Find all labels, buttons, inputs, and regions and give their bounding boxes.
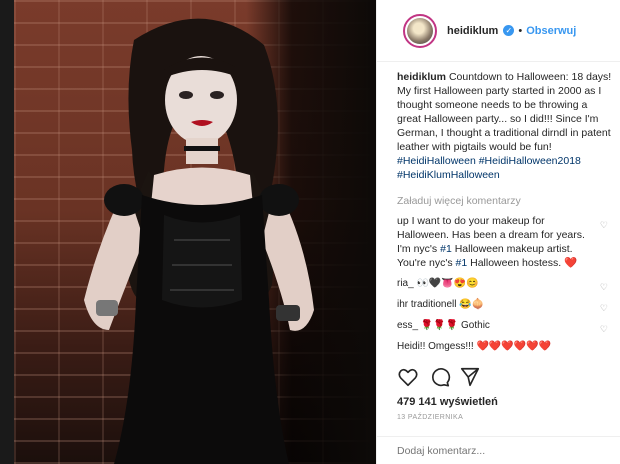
follow-button[interactable]: Obserwuj: [526, 25, 576, 37]
caption-username[interactable]: heidiklum: [397, 71, 446, 83]
action-bar: [397, 366, 620, 390]
hashtag-link[interactable]: #HeidiHalloween: [397, 155, 476, 167]
load-more-comments-button[interactable]: Załaduj więcej komentarzy: [397, 194, 612, 208]
left-margin: [0, 0, 14, 464]
heart-icon[interactable]: [397, 366, 419, 388]
small-heart-icon[interactable]: ♡: [600, 322, 608, 336]
small-heart-icon[interactable]: ♡: [600, 280, 608, 294]
caption-text: Countdown to Halloween: 18 days! My firs…: [397, 71, 612, 153]
comment-row: ihr traditionell 😂🧅 ♡: [397, 299, 608, 315]
hashtag-link[interactable]: #HeidiKlumHalloween: [397, 169, 500, 181]
post-header: heidiklum ✓ • Obserwuj: [377, 0, 620, 62]
post-panel: heidiklum ✓ • Obserwuj heidiklum Countdo…: [376, 0, 620, 464]
post-date[interactable]: 13 PAŹDZIERNIKA: [397, 414, 463, 421]
share-icon[interactable]: [459, 366, 481, 388]
avatar[interactable]: [403, 13, 437, 48]
small-heart-icon[interactable]: ♡: [600, 218, 608, 232]
verified-badge-icon: ✓: [503, 25, 515, 36]
hashtag-link[interactable]: #HeidiHalloween2018: [479, 155, 581, 167]
woman-figure: [84, 18, 314, 464]
comment-icon[interactable]: [429, 366, 451, 388]
comment-row: up I want to do your makeup for Hallowee…: [397, 215, 608, 269]
comment-row: Heidi!! Omgess!!! ❤️❤️❤️❤️❤️❤️: [397, 341, 552, 352]
post-photo[interactable]: [14, 0, 376, 464]
caption: heidiklum Countdown to Halloween: 18 day…: [397, 70, 612, 182]
username-link[interactable]: heidiklum: [447, 25, 498, 37]
comment-row: ess_ 🌹🌹🌹 Gothic ♡: [397, 320, 608, 336]
view-count[interactable]: 479 141 wyświetleń: [397, 396, 498, 408]
comment-row: ria_ 👀🖤👅😍😊 ♡: [397, 278, 608, 294]
comment-input[interactable]: [397, 444, 597, 457]
comments-section: heidiklum Countdown to Halloween: 18 day…: [397, 70, 612, 360]
small-heart-icon[interactable]: ♡: [600, 301, 608, 315]
comment-bar: [377, 436, 620, 464]
